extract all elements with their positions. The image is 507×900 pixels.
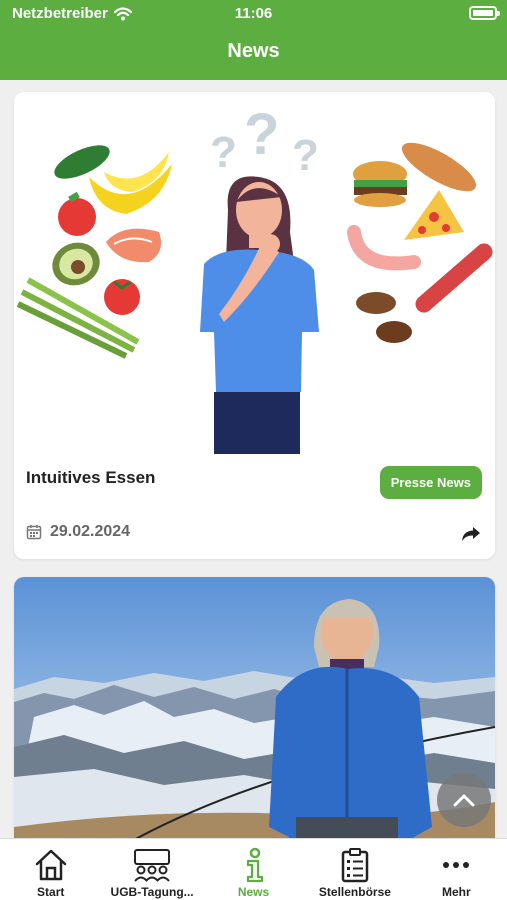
chevron-up-icon	[453, 794, 475, 807]
tab-bar: Start UGB-Tagung... News Stellenbörse Me…	[0, 838, 507, 900]
tab-ugb-tagung[interactable]: UGB-Tagung...	[101, 839, 202, 900]
share-button[interactable]	[461, 526, 481, 547]
tab-mehr[interactable]: Mehr	[406, 839, 507, 900]
more-icon	[443, 862, 470, 868]
share-arrow-icon	[462, 527, 480, 541]
clipboard-icon	[341, 848, 369, 883]
svg-text:?: ?	[210, 128, 237, 177]
news-image-intuitive-eating[interactable]: ? ? ?	[14, 92, 495, 454]
status-time: 11:06	[234, 5, 273, 22]
audience-icon	[134, 849, 171, 882]
status-bar: Netzbetreiber 11:06	[0, 0, 507, 30]
battery-icon	[469, 6, 500, 20]
scroll-to-top-button[interactable]	[437, 773, 491, 827]
tab-start[interactable]: Start	[0, 839, 101, 900]
page-title: News	[227, 40, 280, 62]
home-icon	[35, 849, 66, 881]
tab-label: Start	[37, 885, 65, 899]
navigation-bar: Netzbetreiber 11:06 News	[0, 0, 507, 80]
svg-text:?: ?	[244, 102, 279, 167]
tab-stellenboerse[interactable]: Stellenbörse	[304, 839, 405, 900]
news-card[interactable]: ? ? ? Intuitives Essen Presse News 29.02…	[14, 92, 495, 559]
tab-label: Stellenbörse	[318, 885, 391, 899]
news-category-badge[interactable]: Presse News	[379, 466, 482, 499]
thinking-woman-food-illustration: ? ? ?	[16, 102, 493, 454]
tab-news[interactable]: News	[203, 839, 304, 900]
news-image-mountain-portrait[interactable]	[14, 577, 495, 838]
tab-label: UGB-Tagung...	[110, 885, 194, 899]
news-feed[interactable]: ? ? ? Intuitives Essen Presse News 29.02…	[0, 80, 507, 838]
calendar-icon	[26, 525, 42, 540]
news-title[interactable]: Intuitives Essen	[26, 468, 155, 488]
news-card[interactable]	[14, 577, 495, 838]
info-icon	[246, 847, 263, 883]
news-date: 29.02.2024	[50, 523, 131, 540]
news-date-row: 29.02.2024	[26, 523, 130, 541]
tab-label: News	[237, 885, 270, 899]
svg-text:?: ?	[292, 131, 319, 180]
tab-label: Mehr	[441, 885, 471, 899]
